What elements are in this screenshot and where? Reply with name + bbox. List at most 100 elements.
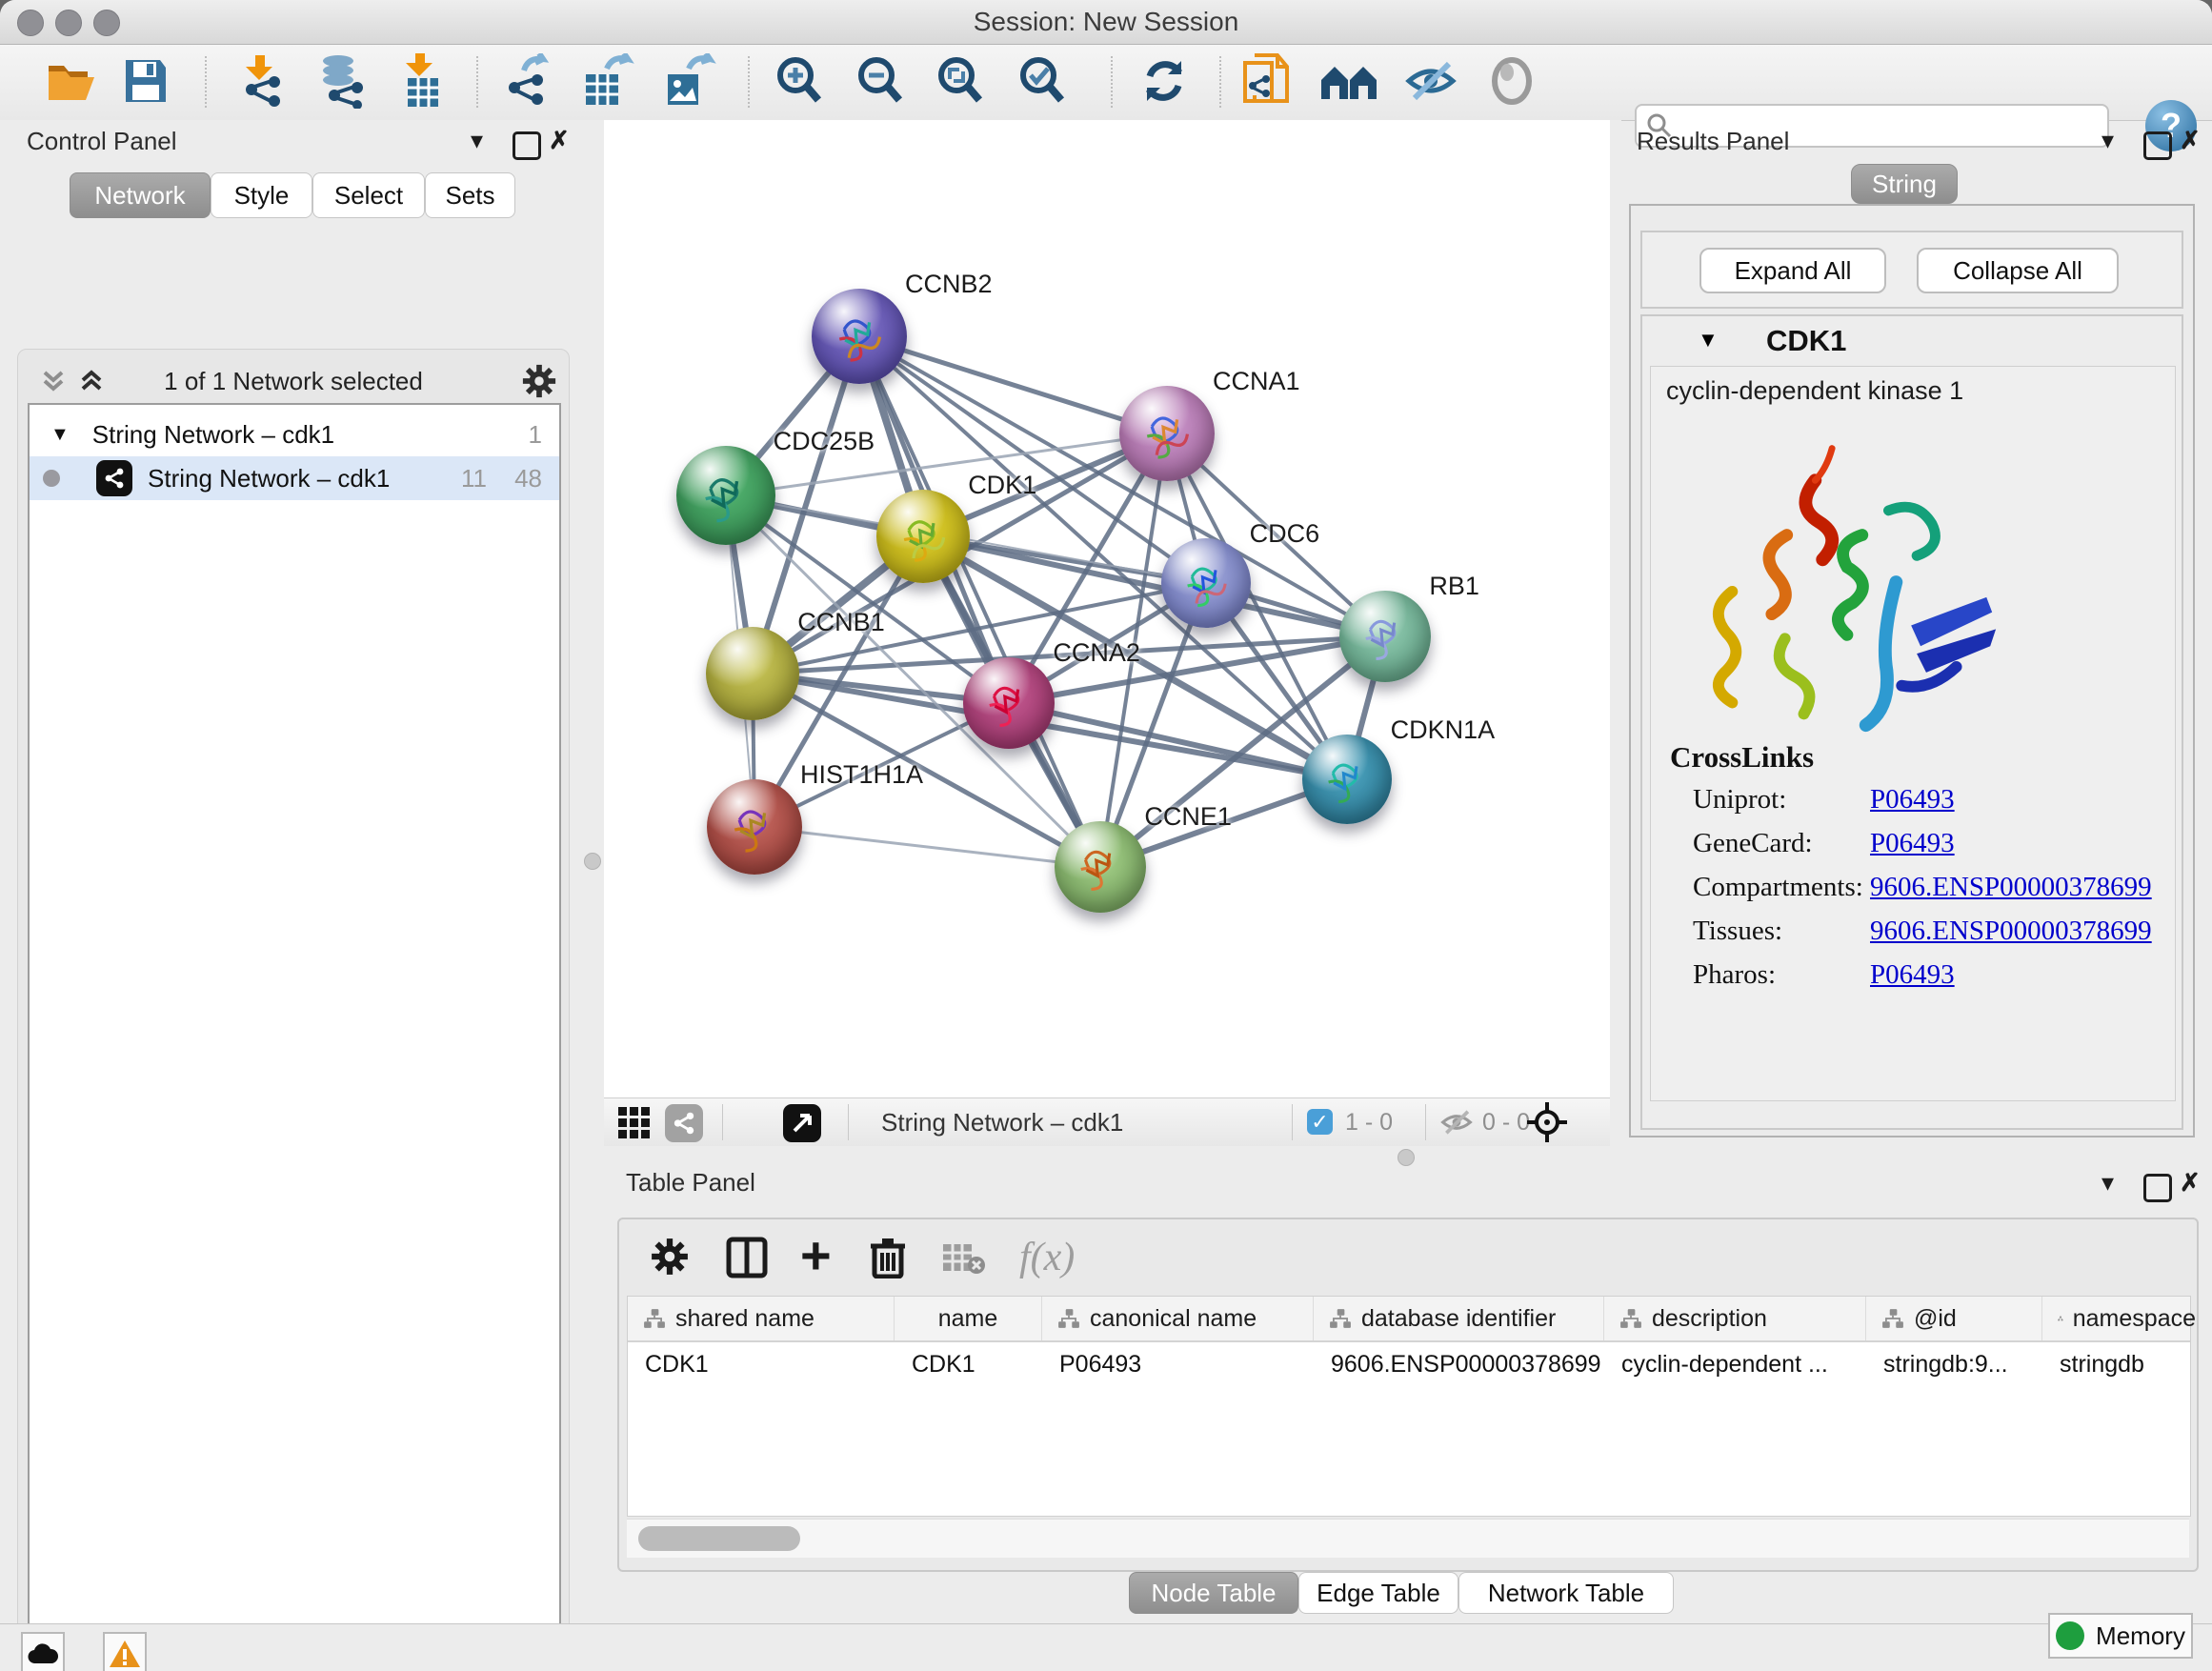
control-panel-close-icon[interactable]: ✗	[549, 126, 570, 155]
grid-view-icon[interactable]	[617, 1106, 652, 1145]
tab-edge-table[interactable]: Edge Table	[1298, 1572, 1458, 1614]
crosslink-link[interactable]: P06493	[1870, 959, 1955, 991]
network-share-view-icon[interactable]	[665, 1104, 703, 1142]
window-title: Session: New Session	[0, 7, 2212, 37]
import-network-database-icon[interactable]	[313, 50, 371, 111]
control-panel-title: Control Panel	[27, 127, 177, 156]
home-networks-icon[interactable]	[1319, 50, 1378, 111]
export-image-icon[interactable]	[660, 50, 719, 111]
network-node-RB1[interactable]	[1339, 591, 1431, 682]
control-panel-menu-arrow-icon[interactable]: ▾	[471, 126, 483, 155]
tab-sets[interactable]: Sets	[425, 172, 515, 218]
network-node-CCNE1[interactable]	[1055, 821, 1146, 913]
network-node-CDC25B[interactable]	[676, 446, 775, 545]
column-header[interactable]: shared name	[628, 1297, 895, 1340]
network-node-CDKN1A[interactable]	[1302, 735, 1392, 824]
table-panel-float-icon[interactable]	[2143, 1174, 2172, 1202]
delete-table-icon[interactable]	[941, 1242, 985, 1279]
section-collapse-arrow-icon[interactable]: ▼	[1698, 328, 1719, 352]
network-label: String Network – cdk1	[148, 464, 390, 493]
table-panel-menu-arrow-icon[interactable]: ▾	[2101, 1168, 2114, 1198]
results-panel-menu-arrow-icon[interactable]: ▾	[2101, 126, 2114, 155]
crosslink-link[interactable]: 9606.ENSP00000378699	[1870, 872, 2152, 903]
collapse-all-button[interactable]: Collapse All	[1917, 248, 2119, 293]
network-node-CCNA1[interactable]	[1119, 386, 1215, 481]
network-node-CDC6[interactable]	[1161, 538, 1251, 628]
clone-network-icon[interactable]	[1241, 50, 1291, 111]
export-table-icon[interactable]	[578, 50, 637, 111]
add-column-icon[interactable]: +	[800, 1235, 832, 1277]
column-header[interactable]: namespace	[2042, 1297, 2196, 1340]
node-table-box: + f(x) shared name name canonical name d…	[617, 1218, 2199, 1572]
node-structure-image	[1072, 838, 1131, 897]
network-edge-count: 48	[514, 464, 542, 493]
collection-expand-arrow-icon[interactable]: ▼	[50, 424, 70, 446]
right-splitter[interactable]	[1610, 120, 1621, 1149]
refresh-icon[interactable]	[1138, 50, 1190, 111]
network-options-gear-icon[interactable]	[521, 363, 557, 404]
hide-show-eye-slash-icon[interactable]	[1403, 50, 1458, 111]
horizontal-scrollbar-thumb[interactable]	[638, 1526, 800, 1551]
crosslink-link[interactable]: P06493	[1870, 784, 1955, 815]
node-structure-image	[1178, 555, 1237, 614]
zoom-in-icon[interactable]	[773, 50, 826, 111]
expand-all-button[interactable]: Expand All	[1699, 248, 1886, 293]
function-builder-icon[interactable]: f(x)	[1019, 1235, 1075, 1280]
network-node-CDK1[interactable]	[876, 490, 970, 583]
import-table-icon[interactable]	[400, 50, 444, 111]
cloud-button[interactable]	[21, 1632, 65, 1671]
left-splitter[interactable]	[585, 120, 604, 1147]
zoom-selected-icon[interactable]	[1016, 50, 1069, 111]
tab-select[interactable]: Select	[312, 172, 425, 218]
tab-string[interactable]: String	[1851, 164, 1958, 204]
node-label-CCNB1: CCNB1	[797, 608, 885, 637]
horizontal-scrollbar[interactable]	[627, 1519, 2189, 1558]
control-panel-float-icon[interactable]	[513, 131, 541, 160]
tab-network[interactable]: Network	[70, 172, 211, 218]
left-splitter-handle[interactable]	[584, 853, 601, 870]
table-options-gear-icon[interactable]	[650, 1237, 690, 1281]
crosshair-center-icon[interactable]	[1526, 1101, 1568, 1148]
column-header[interactable]: @id	[1866, 1297, 2042, 1340]
results-panel-close-icon[interactable]: ✗	[2180, 126, 2201, 155]
zoom-out-icon[interactable]	[854, 50, 907, 111]
selected-checkbox-icon[interactable]: ✓	[1307, 1109, 1333, 1135]
delete-column-trash-icon[interactable]	[869, 1237, 907, 1283]
import-network-file-icon[interactable]	[238, 50, 290, 111]
show-columns-icon[interactable]	[726, 1237, 768, 1283]
export-network-icon[interactable]	[501, 50, 554, 111]
gene-name: CDK1	[1766, 324, 1846, 358]
network-row-selected[interactable]: String Network – cdk1 11 48	[30, 456, 559, 500]
crosslink-link[interactable]: 9606.ENSP00000378699	[1870, 916, 2152, 947]
network-canvas[interactable]: CCNB2CCNA1CDC25BCDK1CDC6RB1CCNB1CCNA2CDK…	[604, 120, 1610, 1097]
column-header[interactable]: description	[1604, 1297, 1866, 1340]
crosslink-label: Pharos:	[1693, 959, 1776, 991]
network-collection-row[interactable]: ▼ String Network – cdk1 1	[30, 413, 559, 456]
memory-button[interactable]: Memory	[2048, 1613, 2193, 1659]
table-panel-close-icon[interactable]: ✗	[2180, 1168, 2201, 1198]
network-node-CCNB1[interactable]	[706, 627, 799, 720]
save-session-icon[interactable]	[124, 50, 168, 111]
zoom-fit-icon[interactable]	[934, 50, 987, 111]
node-label-HIST1H1A: HIST1H1A	[800, 760, 923, 790]
network-node-CCNA2[interactable]	[963, 657, 1055, 749]
table-row[interactable]: CDK1 CDK1 P06493 9606.ENSP00000378699 cy…	[628, 1342, 2190, 1386]
birdseye-view-icon[interactable]	[783, 1104, 821, 1142]
network-node-count: 11	[461, 464, 487, 493]
network-node-HIST1H1A[interactable]	[707, 779, 802, 875]
column-header[interactable]: database identifier	[1314, 1297, 1604, 1340]
preview-eye-icon[interactable]	[1488, 50, 1536, 111]
network-view-toolbar: String Network – cdk1 ✓ 1 - 0 0 - 0	[604, 1097, 1610, 1147]
results-panel-float-icon[interactable]	[2143, 131, 2172, 160]
crosslink-link[interactable]: P06493	[1870, 828, 1955, 859]
tab-style[interactable]: Style	[211, 172, 312, 218]
column-header[interactable]: canonical name	[1042, 1297, 1314, 1340]
node-structure-image	[725, 797, 787, 859]
column-header[interactable]: name	[895, 1297, 1042, 1340]
protein-structure-image	[1674, 420, 2013, 744]
open-session-icon[interactable]	[45, 50, 98, 111]
network-node-CCNB2[interactable]	[812, 289, 907, 384]
tab-network-table[interactable]: Network Table	[1458, 1572, 1674, 1614]
tab-node-table[interactable]: Node Table	[1129, 1572, 1298, 1614]
warnings-button[interactable]	[103, 1632, 147, 1671]
